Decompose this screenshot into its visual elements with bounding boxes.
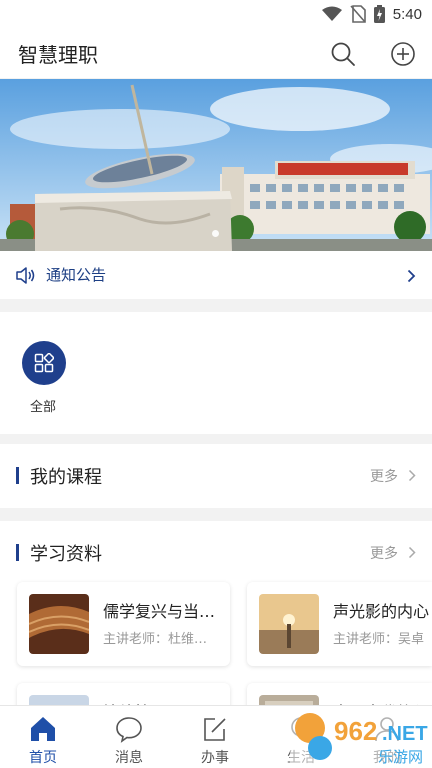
material-teacher: 主讲老师：吴卓 — [333, 632, 425, 647]
chat-bubble-icon — [116, 717, 142, 743]
home-icon — [31, 717, 55, 741]
campus-photo — [0, 79, 432, 251]
edit-icon — [204, 718, 226, 741]
section-marker — [16, 544, 19, 561]
chevron-right-icon — [408, 546, 416, 559]
my-courses-section: 我的课程 更多 — [0, 444, 432, 508]
material-thumbnail — [259, 594, 319, 654]
svg-text:.NET: .NET — [382, 723, 428, 745]
material-card[interactable]: 儒学复兴与当… 主讲老师：杜维… — [17, 582, 230, 666]
material-title: 声光影的内心 — [333, 602, 430, 621]
materials-section: 学习资料 更多 儒学复兴与当… 主讲老师：杜维… 声光影的内心 主讲老师：吴卓 — [0, 521, 432, 767]
material-title: 儒学复兴与当… — [103, 602, 216, 621]
tab-home[interactable]: 首页 — [0, 706, 86, 768]
chevron-right-icon — [407, 269, 416, 283]
wifi-icon — [321, 6, 342, 21]
plus-circle-icon — [391, 42, 415, 66]
materials-title: 学习资料 — [30, 544, 102, 565]
status-time: 5:40 — [392, 5, 422, 23]
speaker-icon — [16, 267, 35, 284]
my-courses-title: 我的课程 — [30, 467, 102, 488]
svg-text:962: 962 — [334, 716, 377, 746]
chevron-right-icon — [408, 469, 416, 482]
all-apps-label: 全部 — [30, 400, 57, 415]
section-marker — [16, 467, 19, 484]
app-title: 智慧理职 — [18, 43, 98, 67]
add-button[interactable] — [390, 41, 416, 67]
banner-carousel[interactable] — [0, 79, 432, 251]
tab-messages[interactable]: 消息 — [86, 706, 172, 768]
status-icons: 5:40 — [321, 5, 422, 23]
search-button[interactable] — [330, 41, 356, 67]
my-courses-more[interactable]: 更多 — [370, 466, 398, 486]
carousel-dots — [212, 230, 219, 237]
tab-label: 首页 — [29, 750, 57, 766]
tab-label: 消息 — [115, 750, 143, 766]
material-teacher: 主讲老师：杜维… — [103, 632, 208, 647]
material-card[interactable]: 声光影的内心 主讲老师：吴卓 — [247, 582, 432, 666]
quick-menu: 全部 — [0, 312, 432, 434]
app-header: 智慧理职 — [0, 30, 432, 78]
watermark-logo: 962 .NET 乐游网 — [290, 706, 432, 768]
tab-label: 办事 — [201, 750, 229, 766]
tab-affairs[interactable]: 办事 — [172, 706, 258, 768]
status-bar: 5:40 — [0, 0, 432, 30]
notice-bar[interactable]: 通知公告 — [0, 251, 432, 299]
grid-icon — [34, 353, 54, 373]
search-icon — [331, 42, 355, 66]
carousel-dot[interactable] — [212, 230, 219, 237]
materials-more[interactable]: 更多 — [370, 543, 398, 563]
all-apps-button[interactable] — [22, 341, 66, 385]
battery-charging-icon — [373, 5, 385, 23]
material-thumbnail — [29, 594, 89, 654]
no-sim-icon — [350, 5, 366, 23]
notice-label: 通知公告 — [46, 266, 107, 284]
svg-text:乐游网: 乐游网 — [378, 748, 423, 766]
